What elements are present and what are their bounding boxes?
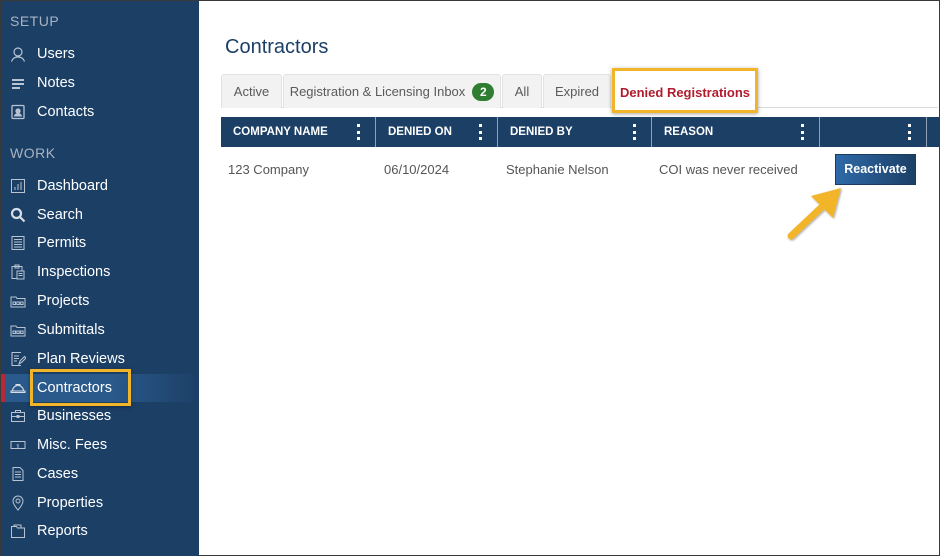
sidebar-item-cases[interactable]: Cases — [1, 460, 199, 488]
sidebar-item-label: Reports — [37, 523, 88, 539]
map-pin-icon — [10, 495, 26, 511]
cases-icon — [10, 466, 26, 482]
sidebar-item-label: Cases — [37, 466, 79, 482]
column-menu-icon[interactable] — [801, 124, 805, 140]
cell-reason: COI was never received — [659, 161, 798, 177]
user-icon — [10, 46, 26, 62]
tab-label: All — [514, 84, 530, 99]
projects-icon — [10, 293, 26, 309]
inbox-count-badge: 2 — [472, 82, 495, 101]
tab-registration-licensing-inbox[interactable]: Registration & Licensing Inbox 2 — [283, 74, 501, 108]
sidebar-item-label: Businesses — [37, 408, 112, 424]
sidebar-item-users[interactable]: Users — [1, 40, 199, 68]
inspections-icon — [10, 264, 26, 280]
sidebar-item-label: Contacts — [37, 104, 95, 120]
tab-denied-registrations[interactable]: Denied Registrations — [612, 74, 758, 109]
page-title: Contractors — [225, 36, 329, 58]
sidebar-item-label: Submittals — [37, 322, 105, 338]
sidebar-item-label: Contractors — [37, 380, 112, 396]
sidebar-item-search[interactable]: Search — [1, 201, 199, 229]
sidebar: SETUP Users Notes Contacts WORK Dashboar… — [1, 1, 199, 556]
column-header-company-name[interactable]: COMPANY NAME — [221, 117, 376, 147]
contacts-icon — [10, 104, 26, 120]
plan-reviews-icon — [10, 351, 26, 367]
sidebar-item-businesses[interactable]: Businesses — [1, 402, 199, 430]
sidebar-item-notes[interactable]: Notes — [1, 69, 199, 97]
money-icon: $ — [10, 437, 26, 453]
search-icon — [10, 207, 26, 223]
sidebar-item-label: Misc. Fees — [37, 437, 108, 453]
sidebar-item-label: Permits — [37, 235, 87, 251]
column-header-label: COMPANY NAME — [233, 126, 328, 138]
tab-label: Registration & Licensing Inbox — [289, 84, 466, 99]
sidebar-item-label: Projects — [37, 293, 90, 309]
sidebar-item-plan-reviews[interactable]: Plan Reviews — [1, 345, 199, 373]
reactivate-button[interactable]: Reactivate — [835, 153, 916, 185]
notes-icon — [10, 75, 26, 91]
tab-label: Denied Registrations — [619, 84, 751, 100]
permits-icon — [10, 235, 26, 251]
tab-label: Active — [233, 84, 270, 99]
cell-company-name: 123 Company — [228, 161, 309, 177]
column-menu-icon[interactable] — [908, 124, 912, 140]
sidebar-item-permits[interactable]: Permits — [1, 229, 199, 257]
sidebar-item-inspections[interactable]: Inspections — [1, 258, 199, 286]
sidebar-item-dashboard[interactable]: Dashboard — [1, 172, 199, 200]
table-row: 123 Company 06/10/2024 Stephanie Nelson … — [221, 147, 939, 191]
main-content: Contractors Active Registration & Licens… — [199, 2, 939, 554]
column-menu-icon[interactable] — [633, 124, 637, 140]
sidebar-item-label: Inspections — [37, 264, 111, 280]
tab-all[interactable]: All — [502, 74, 542, 108]
sidebar-item-submittals[interactable]: Submittals — [1, 316, 199, 344]
tab-bar: Active Registration & Licensing Inbox 2 … — [221, 74, 938, 109]
column-header-denied-on[interactable]: DENIED ON — [376, 117, 498, 147]
sidebar-item-reports[interactable]: Reports — [1, 517, 199, 545]
app-window: SETUP Users Notes Contacts WORK Dashboar… — [0, 0, 940, 556]
section-title-work: WORK — [10, 145, 56, 161]
sidebar-item-projects[interactable]: Projects — [1, 287, 199, 315]
sidebar-item-label: Properties — [37, 495, 104, 511]
column-header-denied-by[interactable]: DENIED BY — [498, 117, 652, 147]
column-header-label: REASON — [664, 126, 714, 138]
sidebar-item-properties[interactable]: Properties — [1, 489, 199, 517]
folder-icon — [10, 523, 26, 539]
column-header-reason[interactable]: REASON — [652, 117, 820, 147]
column-menu-icon[interactable] — [479, 124, 483, 140]
dashboard-icon — [10, 178, 26, 194]
column-menu-icon[interactable] — [357, 124, 361, 140]
cell-denied-by: Stephanie Nelson — [506, 161, 609, 177]
cell-denied-on: 06/10/2024 — [384, 161, 450, 177]
section-title-setup: SETUP — [10, 13, 60, 29]
hard-hat-icon — [10, 380, 26, 396]
grid-header: COMPANY NAME DENIED ON DENIED BY REASON — [221, 117, 939, 147]
sidebar-item-label: Search — [37, 207, 83, 223]
sidebar-item-label: Plan Reviews — [37, 351, 125, 367]
briefcase-icon — [10, 408, 26, 424]
sidebar-item-contacts[interactable]: Contacts — [1, 98, 199, 126]
submittals-icon — [10, 322, 26, 338]
sidebar-item-label: Users — [37, 46, 75, 62]
svg-text:$: $ — [16, 443, 19, 449]
sidebar-item-label: Dashboard — [37, 178, 108, 194]
tab-label: Expired — [554, 84, 600, 99]
sidebar-item-label: Notes — [37, 75, 75, 91]
cell-action: Reactivate — [820, 153, 927, 185]
column-header-actions[interactable] — [820, 117, 927, 147]
tab-expired[interactable]: Expired — [543, 74, 611, 108]
denied-registrations-grid: COMPANY NAME DENIED ON DENIED BY REASON — [221, 117, 939, 191]
tab-active[interactable]: Active — [221, 74, 282, 108]
column-header-label: DENIED ON — [388, 126, 452, 138]
column-header-label: DENIED BY — [510, 126, 573, 138]
sidebar-item-misc-fees[interactable]: $ Misc. Fees — [1, 431, 199, 459]
sidebar-item-contractors[interactable]: Contractors — [1, 374, 199, 402]
